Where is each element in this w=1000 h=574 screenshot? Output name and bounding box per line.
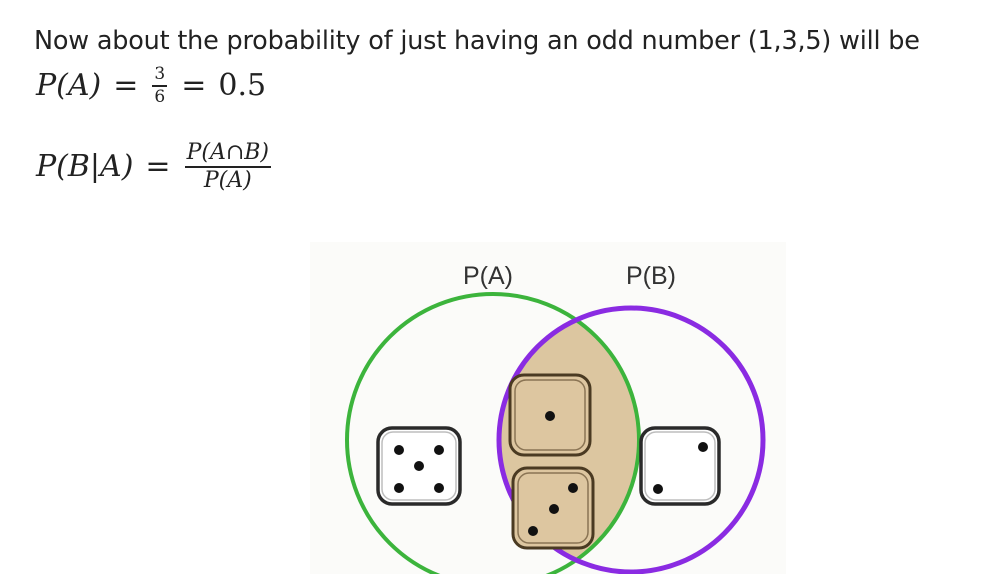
- eq1-equals: =: [113, 68, 139, 104]
- eq2-lhs: P(B|A): [36, 149, 134, 185]
- die-three-pip: [549, 504, 559, 514]
- eq1-fraction: 3 6: [152, 64, 168, 107]
- eq2-denominator: P(A): [203, 167, 252, 193]
- eq2-equals: =: [145, 149, 171, 185]
- eq1-numerator: 3: [154, 64, 166, 84]
- die-five-pip: [434, 483, 444, 493]
- die-five-pip: [394, 445, 404, 455]
- eq1-lhs: P(A): [36, 68, 102, 104]
- die-two-pip: [653, 484, 663, 494]
- equation-conditional-probability: P(B|A) = P(A∩B) P(A): [36, 142, 273, 192]
- die-five-pip: [394, 483, 404, 493]
- venn-diagram-svg: P(A) P(B): [345, 262, 766, 574]
- die-one: [508, 373, 592, 457]
- eq2-numerator: P(A∩B): [186, 140, 270, 165]
- die-three-pip: [528, 526, 538, 536]
- venn-label-a: P(A): [463, 262, 513, 290]
- venn-diagram: P(A) P(B): [310, 242, 786, 574]
- eq2-fraction: P(A∩B) P(A): [184, 140, 272, 193]
- die-three-pip: [568, 483, 578, 493]
- eq1-result: 0.5: [218, 68, 267, 104]
- venn-label-b: P(B): [626, 262, 676, 290]
- die-two-pip: [698, 442, 708, 452]
- eq1-equals-2: =: [181, 68, 207, 104]
- die-three: [511, 466, 595, 550]
- die-five-pip: [434, 445, 444, 455]
- die-two: [639, 426, 721, 506]
- die-one-pip: [545, 411, 555, 421]
- die-five-pip: [414, 461, 424, 471]
- die-five: [376, 426, 462, 506]
- equation-probability-a: P(A) = 3 6 = 0.5: [36, 66, 266, 106]
- eq1-denominator: 6: [154, 86, 166, 107]
- intro-text: Now about the probability of just having…: [34, 26, 920, 56]
